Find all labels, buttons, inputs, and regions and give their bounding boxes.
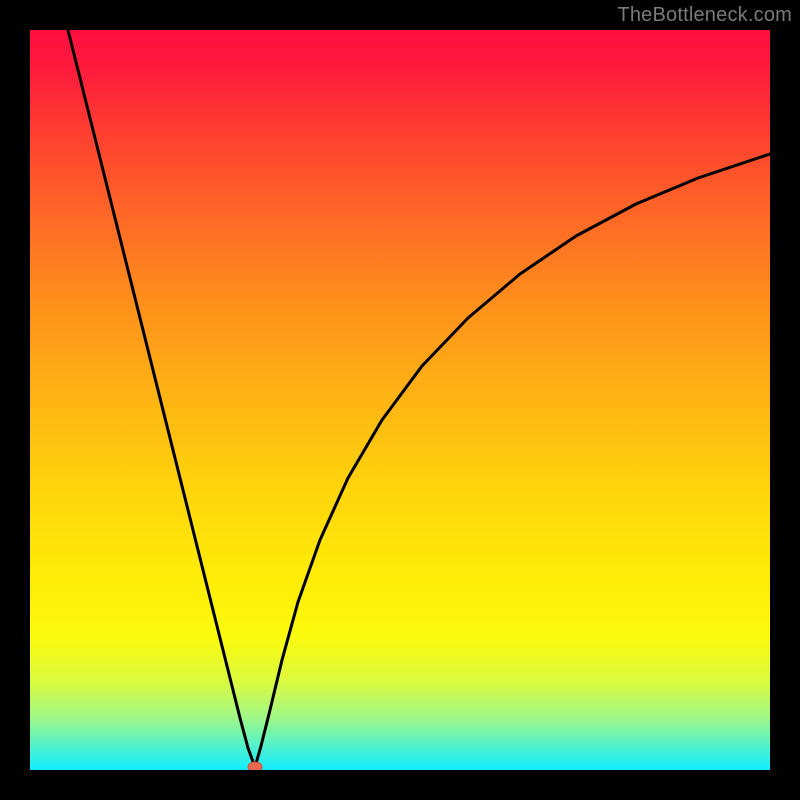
curve-left-branch (68, 30, 255, 767)
curve-right-branch (255, 154, 770, 767)
bottleneck-marker (248, 762, 262, 770)
curve-layer (30, 30, 770, 770)
chart-frame: TheBottleneck.com (0, 0, 800, 800)
watermark-text: TheBottleneck.com (617, 4, 792, 27)
plot-area (30, 30, 770, 770)
